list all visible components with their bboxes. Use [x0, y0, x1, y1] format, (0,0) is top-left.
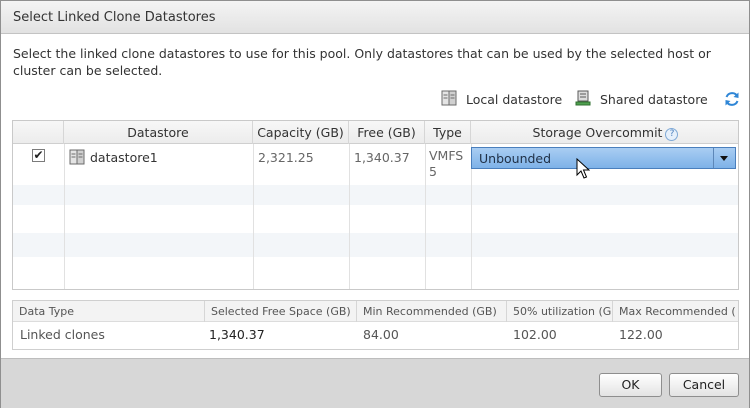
column-header-50-utilization: 50% utilization (G	[507, 301, 613, 322]
data-type-cell: Linked clones	[20, 327, 105, 342]
dialog-footer: OK Cancel	[1, 358, 749, 408]
column-header-storage-overcommit-label: Storage Overcommit	[532, 125, 663, 140]
free-cell: 1,340.37	[354, 150, 410, 165]
type-cell: VMFS 5	[429, 148, 463, 180]
column-header-data-type: Data Type	[13, 301, 205, 322]
legend-shared: Shared datastore	[575, 89, 708, 109]
dialog-description: Select the linked clone datastores to us…	[13, 46, 711, 78]
legend-local-label: Local datastore	[466, 91, 563, 107]
column-header-storage-overcommit[interactable]: Storage Overcommit?	[471, 121, 738, 144]
table-row[interactable]: ✔ datastore1 2,321.25 1,340.37 VMFS 5 Un…	[13, 144, 738, 189]
legend-local: Local datastore	[441, 89, 562, 109]
column-header-free[interactable]: Free (GB)	[349, 121, 425, 144]
space-summary-table: Data Type Selected Free Space (GB) Min R…	[12, 300, 739, 350]
capacity-cell: 2,321.25	[258, 150, 314, 165]
datastore-legend: Local datastore Shared datastore	[1, 89, 749, 109]
storage-overcommit-value: Unbounded	[479, 151, 552, 166]
help-icon[interactable]: ?	[665, 128, 679, 141]
ok-button[interactable]: OK	[599, 373, 662, 397]
datastore-select-checkbox[interactable]: ✔	[32, 149, 45, 162]
local-datastore-icon	[69, 149, 85, 168]
empty-row	[13, 209, 738, 233]
max-recommended-cell: 122.00	[619, 327, 663, 342]
datastore-table: Datastore Capacity (GB) Free (GB) Type S…	[12, 120, 739, 290]
dialog-titlebar[interactable]: Select Linked Clone Datastores	[1, 1, 749, 34]
datastore-table-header: Datastore Capacity (GB) Free (GB) Type S…	[13, 121, 738, 144]
legend-shared-label: Shared datastore	[600, 91, 708, 107]
column-header-max-recommended: Max Recommended (	[619, 305, 736, 318]
selected-free-space-cell: 1,340.37	[209, 327, 265, 342]
summary-table-header: Data Type Selected Free Space (GB) Min R…	[13, 301, 738, 322]
50-utilization-cell: 102.00	[513, 327, 557, 342]
storage-overcommit-dropdown[interactable]: Unbounded	[471, 147, 736, 169]
select-column-header[interactable]	[13, 121, 64, 144]
type-line-2: 5	[429, 164, 437, 179]
shared-datastore-icon	[575, 90, 591, 109]
dialog-title: Select Linked Clone Datastores	[13, 10, 216, 25]
empty-row	[13, 257, 738, 281]
select-linked-clone-datastores-dialog: Select Linked Clone Datastores Select th…	[0, 0, 750, 408]
column-header-selected-free-space: Selected Free Space (GB)	[205, 301, 357, 322]
column-header-min-recommended: Min Recommended (GB)	[357, 301, 507, 322]
type-line-1: VMFS	[429, 148, 464, 163]
empty-row	[13, 233, 738, 257]
min-recommended-cell: 84.00	[363, 327, 399, 342]
refresh-icon[interactable]	[723, 90, 741, 108]
datastore-name: datastore1	[90, 150, 158, 165]
column-header-type[interactable]: Type	[425, 121, 471, 144]
column-header-capacity[interactable]: Capacity (GB)	[253, 121, 349, 144]
local-datastore-icon	[441, 90, 457, 109]
column-header-datastore[interactable]: Datastore	[64, 121, 253, 144]
chevron-down-icon[interactable]	[713, 148, 735, 168]
cancel-button[interactable]: Cancel	[669, 373, 739, 397]
datastore-cell: datastore1	[69, 149, 158, 168]
